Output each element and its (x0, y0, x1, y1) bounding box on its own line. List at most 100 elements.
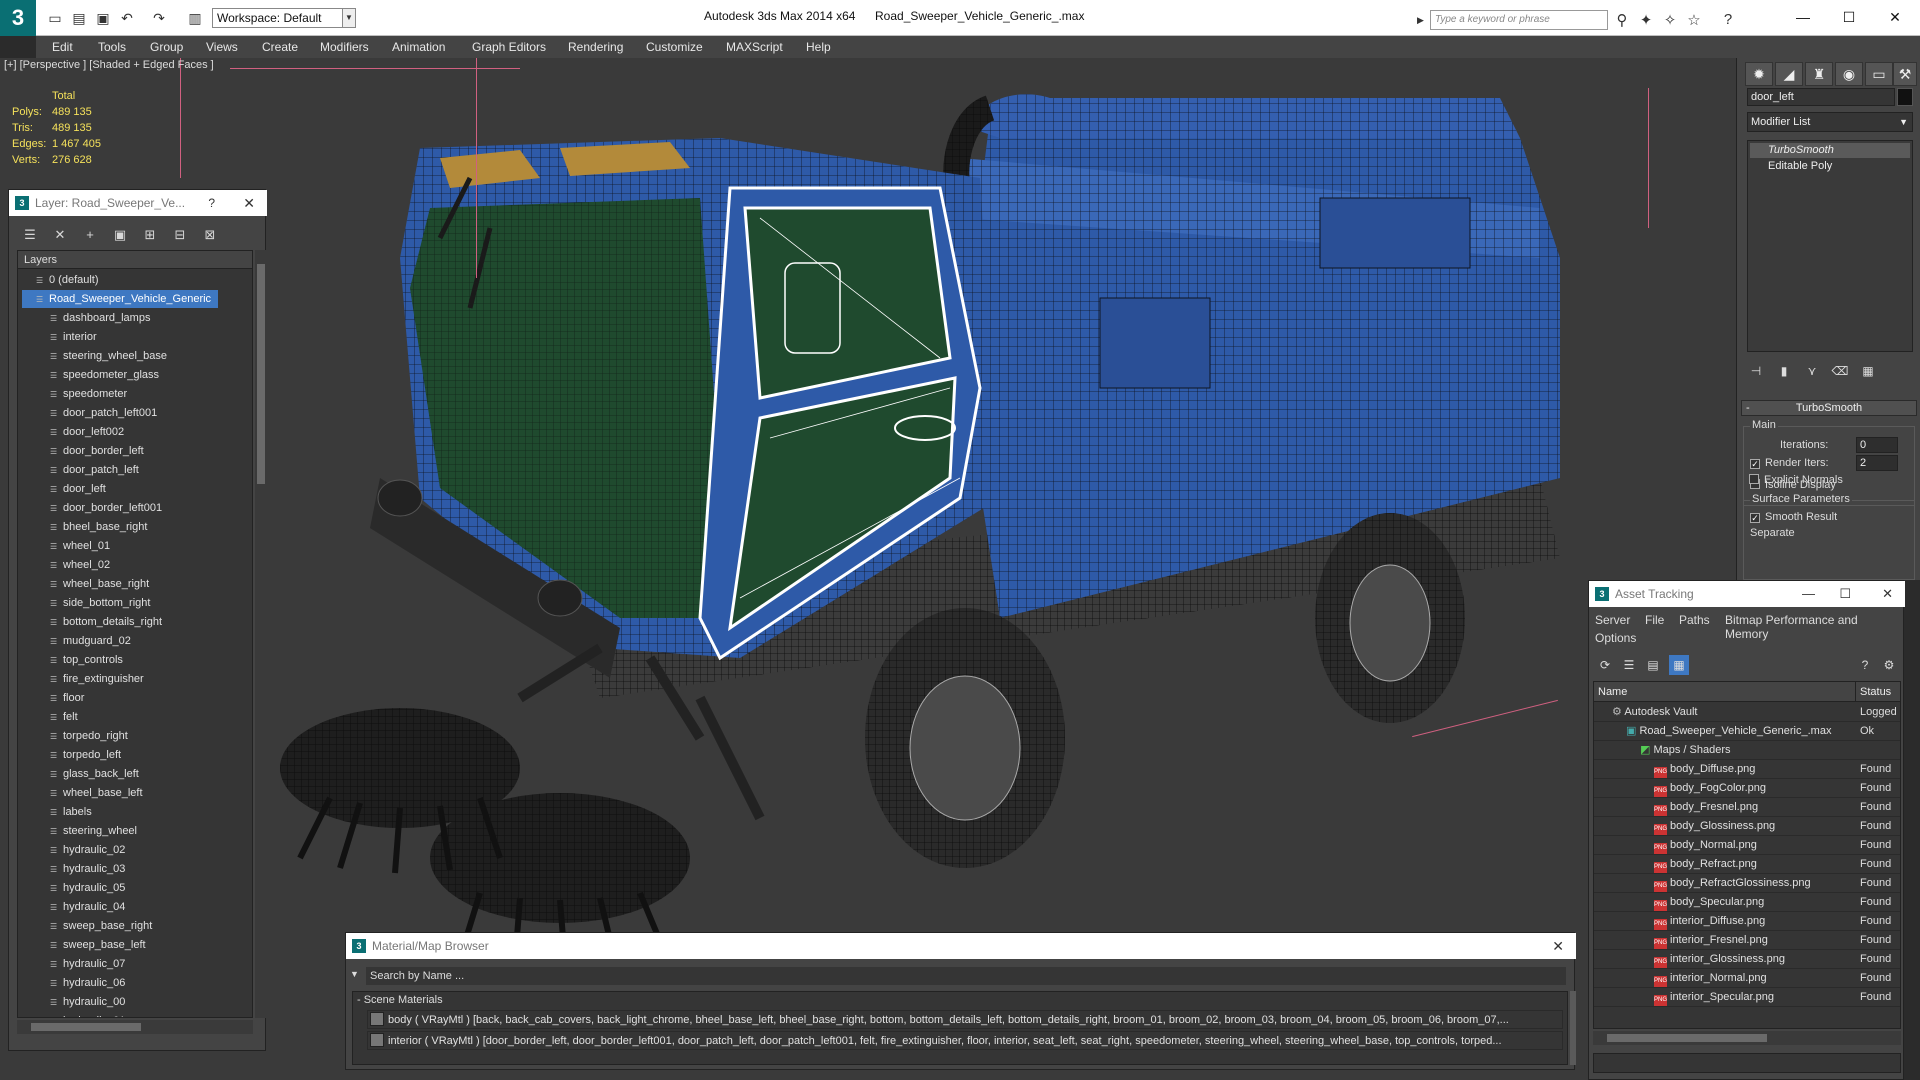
smooth-result-row[interactable]: ✓ Smooth Result (1750, 511, 1837, 523)
motion-tab-icon[interactable]: ◉ (1835, 62, 1863, 86)
maximize-button[interactable]: ☐ (1839, 581, 1851, 607)
modify-tab-icon[interactable]: ◢ (1775, 62, 1803, 86)
layer-item[interactable]: ☰ door_left002 (50, 423, 124, 441)
hide-layer-icon[interactable]: ⊠ (199, 224, 221, 246)
app-logo[interactable]: 3 (0, 0, 36, 36)
close-button[interactable]: ✕ (1880, 6, 1910, 28)
close-button[interactable]: ✕ (1882, 581, 1893, 607)
layer-item[interactable]: ☰ sweep_base_right (50, 917, 152, 935)
favorites-star-icon[interactable]: ☆ (1684, 11, 1704, 29)
layer-manager-icon[interactable]: ☰ (19, 224, 41, 246)
settings-icon[interactable]: ⚙ (1879, 655, 1899, 675)
iterations-spinner[interactable]: 0 (1856, 437, 1898, 453)
select-objects-icon[interactable]: ⊞ (139, 224, 161, 246)
material-browser-titlebar[interactable]: 3 Material/Map Browser ✕ (346, 933, 1576, 959)
scene-materials-group[interactable]: - Scene Materials (357, 994, 443, 1006)
modifier-list-dropdown[interactable]: Modifier List ▼ (1747, 112, 1913, 132)
help-button[interactable]: ? (208, 190, 215, 216)
layers-column-header[interactable]: Layers (18, 251, 252, 269)
viewport-label[interactable]: [+] [Perspective ] [Shaded + Edged Faces… (4, 59, 214, 71)
asset-row[interactable]: PNG body_FogColor.png Found (1594, 779, 1900, 798)
asset-row[interactable]: PNG interior_Specular.png Found (1594, 988, 1900, 1007)
layer-item[interactable]: ☰ interior (50, 328, 97, 346)
asset-horizontal-scrollbar[interactable] (1593, 1031, 1901, 1045)
menu-file[interactable]: File (1645, 613, 1664, 627)
binoculars-icon[interactable]: ⚲ (1612, 11, 1632, 29)
close-button[interactable]: ✕ (1552, 933, 1564, 959)
layer-item[interactable]: ☰ hydraulic_06 (50, 974, 125, 992)
object-name-field[interactable]: door_left (1747, 88, 1895, 106)
menu-animation[interactable]: Animation (392, 40, 445, 54)
layer-item[interactable]: ☰ bottom_details_right (50, 613, 162, 631)
menu-maxscript[interactable]: MAXScript (726, 40, 783, 54)
show-end-result-icon[interactable]: ▮ (1773, 360, 1795, 382)
layer-item[interactable]: ☰ wheel_01 (50, 537, 110, 555)
remove-modifier-icon[interactable]: ⌫ (1829, 360, 1851, 382)
column-header-status[interactable]: Status (1856, 682, 1900, 702)
layer-item[interactable]: ☰ door_border_left001 (50, 499, 162, 517)
asset-row[interactable]: PNG body_Specular.png Found (1594, 893, 1900, 912)
maximize-button[interactable]: ☐ (1834, 6, 1864, 28)
asset-row[interactable]: PNG interior_Glossiness.png Found (1594, 950, 1900, 969)
layer-item[interactable]: ☰ hydraulic_04 (50, 898, 125, 916)
asset-row[interactable]: ◩ Maps / Shaders (1594, 741, 1900, 760)
asset-row[interactable]: PNG body_Glossiness.png Found (1594, 817, 1900, 836)
options-dropdown-icon[interactable]: ▼ (350, 969, 359, 979)
layer-item[interactable]: ☰ side_bottom_right (50, 594, 150, 612)
add-selection-icon[interactable]: ▣ (109, 224, 131, 246)
layer-item[interactable]: ☰ torpedo_right (50, 727, 128, 745)
asset-row[interactable]: ▣ Road_Sweeper_Vehicle_Generic_.max Ok (1594, 722, 1900, 741)
render-iters-row[interactable]: ✓ Render Iters: (1750, 457, 1829, 469)
undo-icon[interactable]: ↶ (118, 9, 136, 27)
menu-tools[interactable]: Tools (98, 40, 126, 54)
project-folder-icon[interactable]: ▥ (186, 9, 204, 27)
workspace-expand-icon[interactable]: ▼ (342, 8, 356, 28)
explicit-normals-checkbox[interactable] (1749, 474, 1759, 484)
layer-item[interactable]: ☰ door_border_left (50, 442, 144, 460)
layer-item[interactable]: ☰ door_patch_left (50, 461, 139, 479)
search-expand-icon[interactable]: ▶ (1417, 10, 1429, 30)
help-icon[interactable]: ? (1718, 11, 1738, 28)
list-view-icon[interactable]: ☰ (1619, 655, 1639, 675)
save-file-icon[interactable]: ▣ (94, 9, 112, 27)
scroll-thumb[interactable] (31, 1023, 141, 1031)
render-iters-spinner[interactable]: 2 (1856, 455, 1898, 471)
menu-edit[interactable]: Edit (52, 40, 73, 54)
layer-item[interactable]: ☰ steering_wheel (50, 822, 137, 840)
stack-item-editable-poly[interactable]: Editable Poly (1750, 159, 1910, 174)
layer-vertical-scrollbar[interactable] (255, 250, 267, 1018)
asset-row[interactable]: PNG body_Refract.png Found (1594, 855, 1900, 874)
menu-modifiers[interactable]: Modifiers (320, 40, 369, 54)
create-tab-icon[interactable]: ✹ (1745, 62, 1773, 86)
help-icon[interactable]: ? (1855, 655, 1875, 675)
pin-stack-icon[interactable]: ⊣ (1745, 360, 1767, 382)
layer-item[interactable]: ☰ hydraulic_02 (50, 841, 125, 859)
turbosmooth-rollout-header[interactable]: - TurboSmooth (1741, 400, 1917, 416)
menu-help[interactable]: Help (806, 40, 831, 54)
layer-item[interactable]: ☰ wheel_base_right (50, 575, 149, 593)
add-layer-icon[interactable]: + (79, 224, 101, 246)
asset-row[interactable]: PNG body_RefractGlossiness.png Found (1594, 874, 1900, 893)
utilities-tab-icon[interactable]: ⚒ (1893, 62, 1917, 86)
layer-item[interactable]: ☰ mudguard_02 (50, 632, 131, 650)
render-iters-checkbox[interactable]: ✓ (1750, 459, 1760, 469)
search-input[interactable]: Type a keyword or phrase (1430, 10, 1608, 30)
layer-item[interactable]: ☰ hydraulic_01 (50, 1012, 125, 1017)
material-vertical-scrollbar[interactable] (1570, 991, 1576, 1065)
asset-row[interactable]: PNG interior_Diffuse.png Found (1594, 912, 1900, 931)
layer-item[interactable]: ☰ speedometer_glass (50, 366, 159, 384)
layer-item[interactable]: ☰ fire_extinguisher (50, 670, 144, 688)
minimize-button[interactable]: — (1788, 6, 1818, 28)
material-row-body[interactable]: body ( VRayMtl ) [back, back_cab_covers,… (367, 1010, 1563, 1029)
layer-item[interactable]: ☰ steering_wheel_base (50, 347, 167, 365)
workspace-dropdown[interactable]: Workspace: Default (212, 8, 354, 28)
table-view-icon[interactable]: ▦ (1669, 655, 1689, 675)
layer-item[interactable]: ☰ dashboard_lamps (50, 309, 150, 327)
asset-row[interactable]: PNG interior_Normal.png Found (1594, 969, 1900, 988)
menu-create[interactable]: Create (262, 40, 298, 54)
stack-item-turbosmooth[interactable]: TurboSmooth (1750, 143, 1910, 158)
menu-server[interactable]: Server (1595, 613, 1630, 627)
delete-layer-icon[interactable]: ✕ (49, 224, 71, 246)
minimize-button[interactable]: — (1802, 581, 1815, 607)
layer-horizontal-scrollbar[interactable] (17, 1020, 253, 1034)
